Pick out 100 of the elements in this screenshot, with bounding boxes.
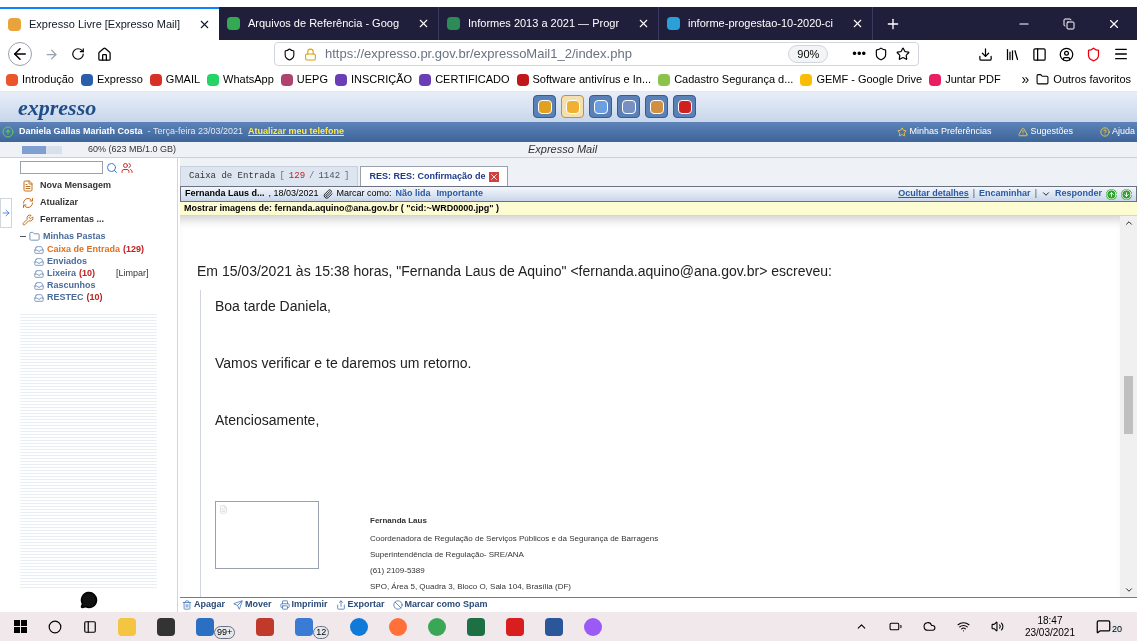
message-toolbar-button[interactable]: Mover (233, 598, 272, 612)
previous-message-icon[interactable] (1106, 188, 1117, 200)
bookmark[interactable]: Expresso (81, 71, 143, 88)
windows-start-icon[interactable] (14, 620, 27, 633)
flame-app-icon[interactable] (584, 617, 603, 636)
folder-item[interactable]: Lixeira (10) (34, 266, 96, 281)
forward-icon[interactable] (44, 46, 59, 62)
search-icon[interactable] (48, 619, 62, 634)
mail-app-icon[interactable] (196, 617, 214, 636)
bookmarks-overflow-button[interactable]: » (1021, 69, 1030, 90)
bookmark[interactable]: Cadastro Segurança d... (658, 71, 794, 88)
browser-tab[interactable]: Expresso Livre [Expresso Mail] (0, 7, 219, 40)
home-icon[interactable] (97, 46, 112, 62)
sidebar-action[interactable]: Atualizar (22, 194, 78, 211)
menu-icon[interactable] (1113, 46, 1129, 62)
scrollbar-thumb[interactable] (1124, 376, 1133, 434)
volume-icon[interactable] (990, 620, 1004, 633)
message-action-link[interactable]: Responder (1055, 187, 1102, 201)
network-icon[interactable] (956, 620, 970, 633)
excel-app-icon[interactable] (467, 617, 486, 636)
acrobat-app-icon[interactable] (506, 617, 525, 636)
download-icon[interactable] (978, 46, 993, 62)
tray-icon (34, 256, 44, 267)
header-link[interactable]: Minhas Preferências (897, 125, 992, 139)
module-button[interactable] (673, 95, 696, 118)
update-phone-link[interactable]: Atualizar meu telefone (247, 125, 344, 139)
ban-icon (392, 600, 403, 610)
message-toolbar-button[interactable]: Apagar (182, 598, 225, 612)
message-toolbar-button[interactable]: Imprimir (279, 598, 328, 612)
bookmark[interactable]: UEPG (280, 71, 328, 88)
edge-app-icon[interactable] (350, 617, 369, 636)
reload-icon[interactable] (71, 47, 85, 61)
star-icon[interactable] (896, 47, 910, 61)
chat-bubble-icon[interactable] (79, 591, 98, 609)
bookmark[interactable]: GEMF - Google Drive (800, 71, 923, 88)
sender-name: Fernanda Laus d... (185, 187, 265, 201)
bookmark[interactable]: Introdução (6, 71, 74, 88)
scroll-down-icon[interactable] (1123, 585, 1134, 595)
expand-arrow-icon[interactable] (1, 208, 11, 218)
folder-item[interactable]: RESTEC (10) (34, 290, 103, 305)
bookmark[interactable]: INSCRIÇÃO (335, 71, 413, 88)
help-icon (1099, 127, 1110, 137)
word-app-icon[interactable] (545, 617, 564, 636)
mail-tab[interactable]: RES: RES: Confirmação de (360, 166, 509, 186)
clock[interactable]: 18:47 23/03/2021 (1024, 614, 1075, 639)
folder-item[interactable]: Caixa de Entrada (129) (34, 242, 145, 257)
chevron-down-icon[interactable] (1041, 189, 1051, 199)
close-icon[interactable] (851, 17, 864, 30)
header-link[interactable]: Sugestões (1018, 125, 1073, 139)
show-images-text[interactable]: Mostrar imagens de: fernanda.aquino@ana.gov.br ( "cid:~WRD0000.jpg" ) (184, 201, 499, 216)
pocket-icon[interactable] (874, 47, 888, 61)
bookmark[interactable]: Software antivírus e In... (516, 71, 652, 88)
zoom-badge[interactable]: 90% (788, 44, 829, 64)
bookmark[interactable]: WhatsApp (207, 71, 274, 88)
empty-trash-link[interactable]: [Limpar] (116, 266, 149, 281)
cloud-icon[interactable] (922, 620, 936, 633)
people-icon[interactable] (121, 161, 133, 174)
search-field[interactable] (20, 161, 103, 174)
mark-as-link[interactable]: Não lida (395, 187, 431, 201)
scroll-up-icon[interactable] (1123, 218, 1134, 228)
message-action-link[interactable]: Ocultar detalhes (898, 187, 969, 201)
message-toolbar-button[interactable]: Exportar (335, 598, 385, 612)
module-button[interactable] (533, 95, 556, 118)
chrome-app-icon[interactable] (428, 617, 447, 636)
header-link[interactable]: Ajuda (1099, 125, 1135, 139)
page-actions-button[interactable]: ••• (852, 44, 866, 64)
message-toolbar-button[interactable]: Marcar como Spam (392, 598, 488, 612)
folder-tree-toggle[interactable]: Minhas Pastas (20, 230, 106, 244)
next-message-icon[interactable] (1121, 188, 1132, 200)
shield-icon[interactable] (1086, 46, 1101, 62)
module-button[interactable] (561, 95, 584, 118)
module-button[interactable] (645, 95, 668, 118)
task-view-icon[interactable] (83, 619, 97, 634)
module-button[interactable] (589, 95, 612, 118)
account-icon[interactable] (1059, 46, 1074, 62)
mark-as-link[interactable]: Importante (436, 187, 484, 201)
mail-tab[interactable]: Caixa de Entrada [ 129 / 1142 ] (180, 166, 359, 186)
folder-item[interactable]: Enviados (34, 254, 87, 269)
store-app-icon[interactable] (157, 617, 175, 636)
bookmark[interactable]: Juntar PDF (929, 71, 1001, 88)
gift-app-icon[interactable] (256, 617, 275, 636)
current-date: - Terça-feira 23/03/2021 (147, 125, 243, 139)
sidebar-icon[interactable] (1032, 46, 1047, 62)
battery-icon[interactable] (888, 620, 902, 633)
folder-icon (1036, 73, 1050, 86)
send-icon (233, 600, 243, 610)
restore-icon[interactable] (1063, 17, 1075, 30)
close-tab-icon[interactable] (489, 171, 500, 182)
library-icon[interactable] (1005, 46, 1020, 62)
bookmark[interactable]: CERTIFICADO (419, 71, 510, 88)
sidebar-action[interactable]: Nova Mensagem (22, 177, 112, 194)
message-action-link[interactable]: Encaminhar (979, 187, 1031, 201)
bookmark[interactable]: GMAIL (149, 71, 201, 88)
folder-item[interactable]: Rascunhos (34, 278, 96, 293)
close-icon[interactable] (198, 18, 211, 31)
other-bookmarks[interactable]: Outros favoritos (1036, 71, 1131, 88)
phone-app-icon[interactable] (295, 617, 314, 636)
address-bar[interactable]: https://expresso.pr.gov.br/expressoMail1_2/index.php 90% ••• (274, 42, 919, 66)
module-button[interactable] (617, 95, 640, 118)
sidebar-action[interactable]: Ferramentas ... (22, 211, 105, 228)
